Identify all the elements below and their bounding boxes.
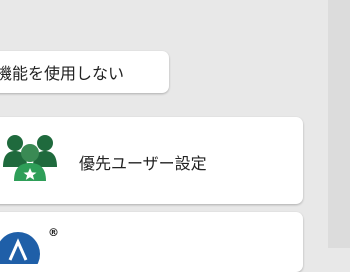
priority-user-settings-label: 優先ユーザー設定 (79, 154, 207, 173)
priority-user-settings-option[interactable]: 優先ユーザー設定 (0, 117, 303, 204)
brand-logo-icon (0, 224, 50, 272)
priority-users-group-icon (2, 131, 62, 187)
registered-mark: ® (48, 226, 59, 239)
disable-feature-option[interactable]: 機能を使用しない (0, 51, 169, 93)
scroll-area-edge (328, 0, 350, 248)
disable-feature-label: 機能を使用しない (0, 64, 125, 83)
brand-option[interactable]: ® (0, 212, 303, 272)
